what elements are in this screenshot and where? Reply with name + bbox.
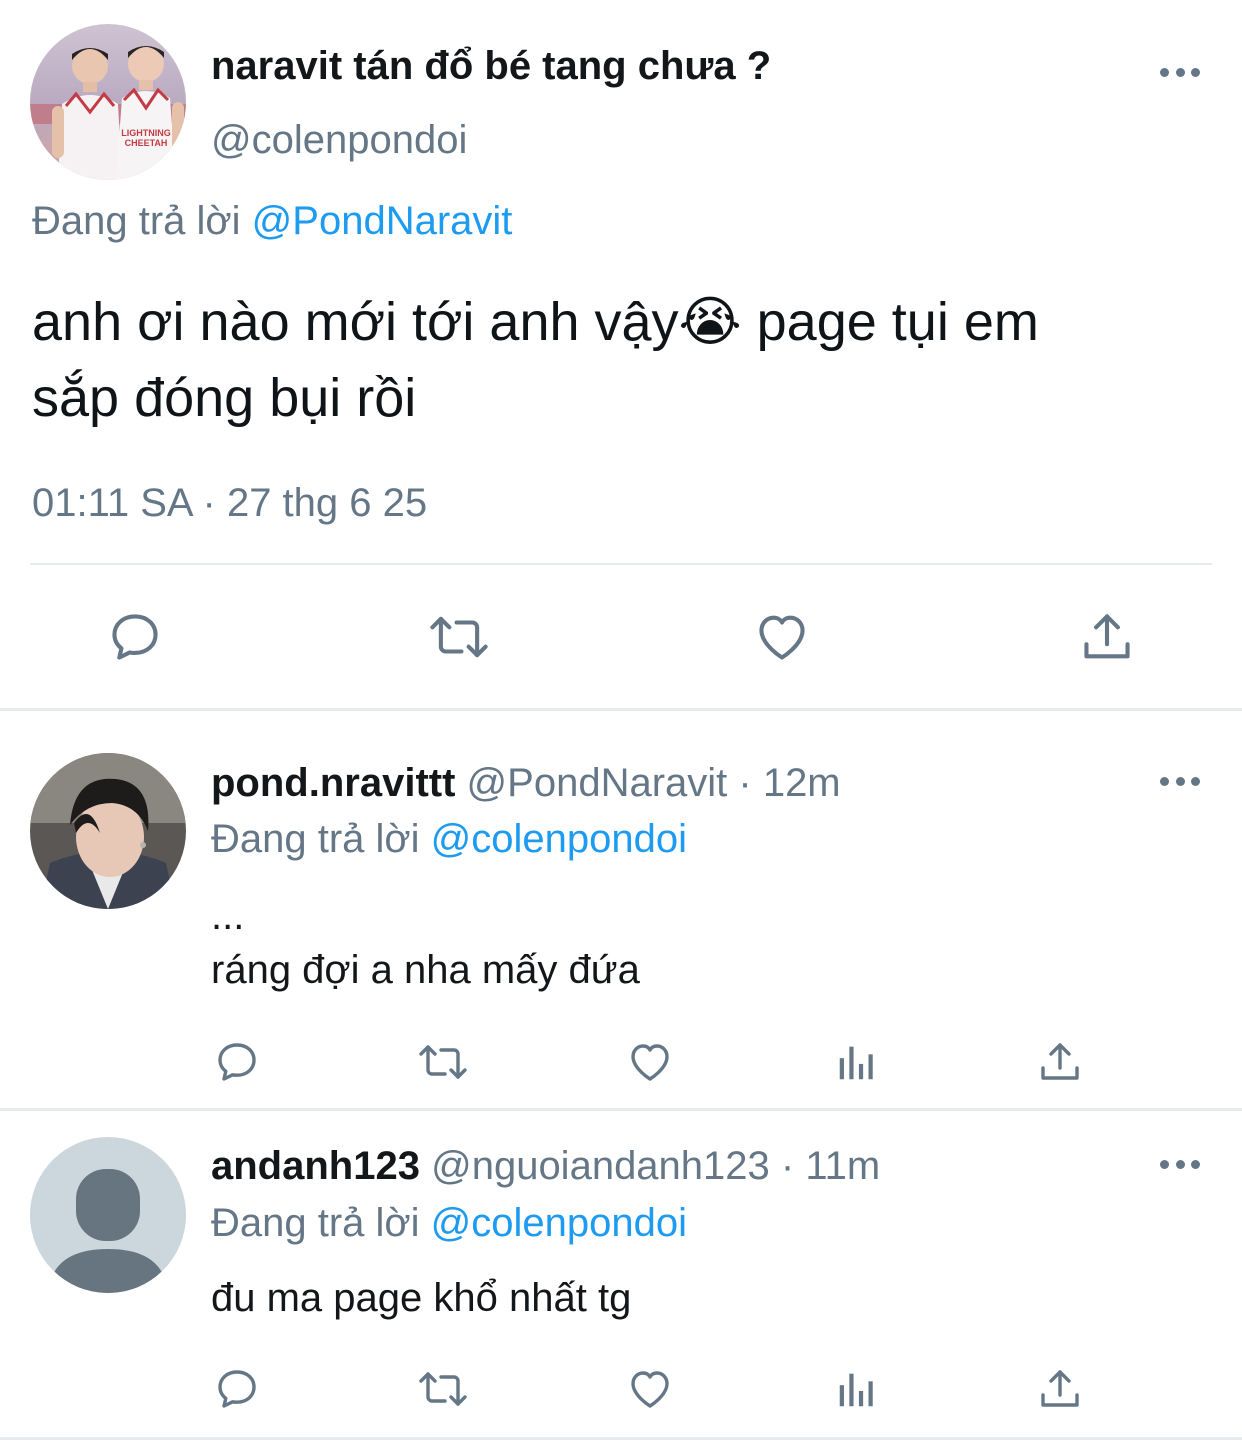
replying-to-link[interactable]: @colenpondoi [431,1201,687,1245]
replying-to-link[interactable]: @colenpondoi [431,817,687,861]
main-author-name[interactable]: naravit tán đổ bé tang chưa ? [211,40,771,92]
comment-icon[interactable] [213,1038,261,1086]
more-options-icon[interactable] [1160,68,1200,82]
comment-icon[interactable] [106,608,164,666]
replying-to-prefix: Đang trả lời [32,199,241,243]
reply-author-avatar[interactable] [30,753,186,909]
more-options-icon[interactable] [1160,1160,1200,1174]
main-tweet-text: anh ơi nào mới tới anh vậy😭 page tụi em … [32,284,1039,436]
main-author-handle[interactable]: @colenpondoi [211,114,467,166]
avatar-image [30,753,186,909]
tweet-divider [0,1108,1242,1111]
share-icon[interactable] [1078,608,1136,666]
stats-icon[interactable] [834,1038,880,1086]
tweet-timestamp[interactable]: 01:11 SA · 27 thg 6 25 [32,477,427,529]
replying-to-line: Đang trả lời @PondNaravit [32,195,512,247]
comment-icon[interactable] [213,1365,261,1413]
reply-handle-time[interactable]: @PondNaravit · 12m [467,761,841,805]
retweet-icon[interactable] [415,1365,471,1413]
tweet-text-line: ... [211,894,245,938]
tweet-divider [0,1437,1242,1440]
tweet-text-line: ráng đợi a nha mấy đứa [211,948,640,992]
heart-icon[interactable] [625,1038,675,1086]
reply-author-name[interactable]: andanh123 [211,1144,420,1188]
tweet-text-line: sắp đóng bụi rồi [32,368,417,428]
svg-text:LIGHTNING: LIGHTNING [121,128,171,138]
reply-text: đu ma page khổ nhất tg [211,1276,632,1320]
reply-author-name[interactable]: pond.nravittt [211,761,455,805]
timestamp-divider [30,563,1212,565]
heart-icon[interactable] [752,608,812,666]
reply-handle-time[interactable]: @nguoiandanh123 · 11m [431,1144,880,1188]
replying-to-line: Đang trả lời @colenpondoi [211,1197,687,1249]
main-author-avatar[interactable]: LIGHTNING CHEETAH [30,24,186,180]
tweet-text-line: anh ơi nào mới tới anh vậy😭 page tụi em [32,292,1039,352]
share-icon[interactable] [1036,1365,1084,1413]
svg-text:CHEETAH: CHEETAH [125,138,168,148]
default-avatar-icon[interactable] [30,1137,186,1293]
reply-header: pond.nravittt @PondNaravit · 12m [211,757,841,809]
heart-icon[interactable] [625,1365,675,1413]
retweet-icon[interactable] [415,1038,471,1086]
replying-to-link[interactable]: @PondNaravit [252,199,513,243]
avatar-image: LIGHTNING CHEETAH [30,24,186,180]
retweet-icon[interactable] [426,608,492,666]
replying-to-prefix: Đang trả lời [211,817,420,861]
replying-to-line: Đang trả lời @colenpondoi [211,813,687,865]
reply-header: andanh123 @nguoiandanh123 · 11m [211,1140,880,1192]
reply-text: ... ráng đợi a nha mấy đứa [211,890,640,998]
stats-icon[interactable] [834,1365,880,1413]
more-options-icon[interactable] [1160,777,1200,791]
tweet-divider [0,708,1242,711]
replying-to-prefix: Đang trả lời [211,1201,420,1245]
share-icon[interactable] [1036,1038,1084,1086]
